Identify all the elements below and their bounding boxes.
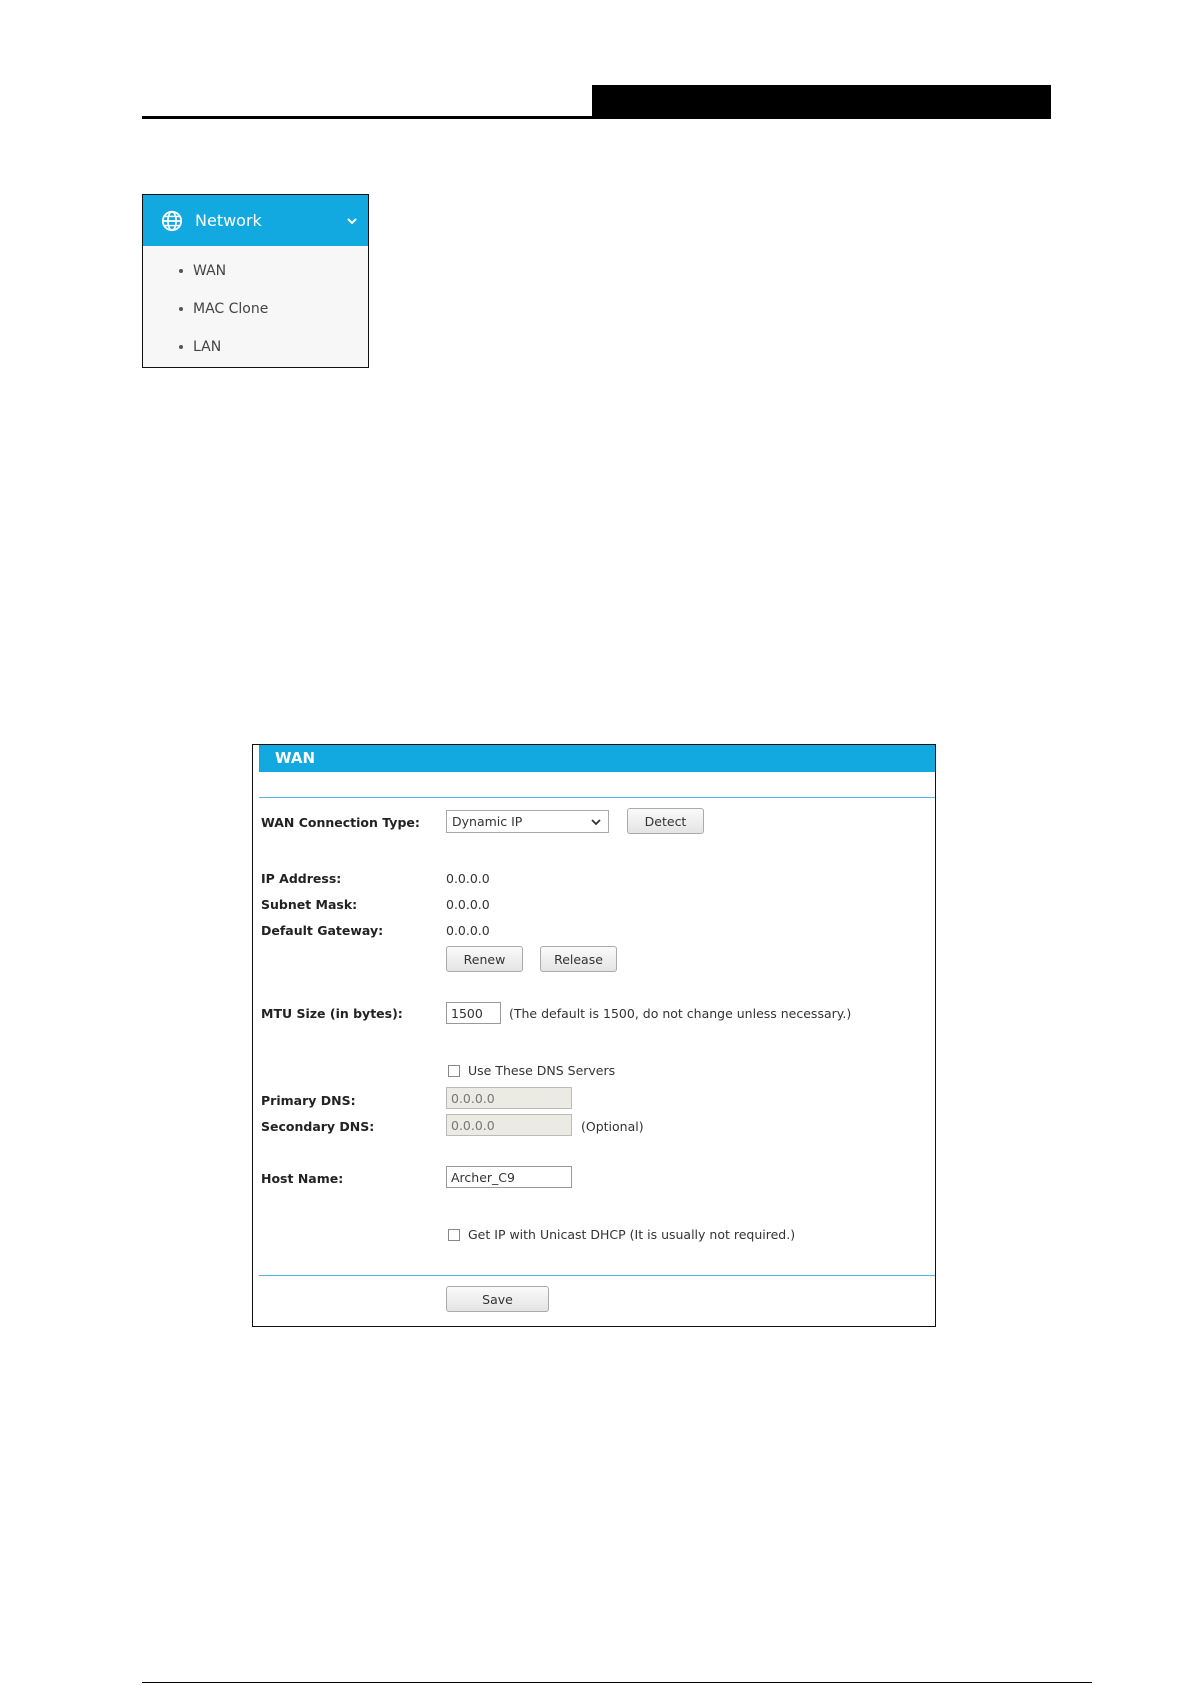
chevron-down-icon xyxy=(591,819,601,826)
header-rule xyxy=(142,116,1051,119)
bullet-icon xyxy=(179,307,183,311)
network-menu-title: Network xyxy=(195,211,262,230)
menu-item-label: WAN xyxy=(193,263,227,279)
detect-button[interactable]: Detect xyxy=(627,808,704,834)
bullet-icon xyxy=(179,269,183,273)
divider xyxy=(259,1275,935,1276)
wan-connection-type-label: WAN Connection Type: xyxy=(261,815,420,830)
mtu-size-input[interactable]: 1500 xyxy=(446,1002,501,1024)
secondary-dns-input[interactable]: 0.0.0.0 xyxy=(446,1114,572,1136)
subnet-mask-label: Subnet Mask: xyxy=(261,897,358,912)
wan-connection-type-value: Dynamic IP xyxy=(452,814,523,829)
menu-item-lan[interactable]: LAN xyxy=(143,328,368,366)
menu-item-mac-clone[interactable]: MAC Clone xyxy=(143,290,368,328)
menu-item-label: LAN xyxy=(193,339,222,355)
header-bar xyxy=(592,85,1051,119)
menu-item-label: MAC Clone xyxy=(193,301,269,317)
secondary-dns-note: (Optional) xyxy=(581,1119,644,1134)
divider xyxy=(259,797,935,798)
mtu-note: (The default is 1500, do not change unle… xyxy=(509,1006,852,1021)
primary-dns-label: Primary DNS: xyxy=(261,1093,356,1108)
use-dns-checkbox[interactable] xyxy=(448,1065,460,1077)
bullet-icon xyxy=(179,345,183,349)
network-menu-header[interactable]: Network xyxy=(143,195,368,246)
host-name-input[interactable]: Archer_C9 xyxy=(446,1166,572,1188)
default-gateway-label: Default Gateway: xyxy=(261,923,384,938)
wan-connection-type-select[interactable]: Dynamic IP xyxy=(446,810,609,833)
subnet-mask-value: 0.0.0.0 xyxy=(446,897,490,912)
secondary-dns-label: Secondary DNS: xyxy=(261,1119,375,1134)
host-name-label: Host Name: xyxy=(261,1171,344,1186)
unicast-dhcp-label: Get IP with Unicast DHCP (It is usually … xyxy=(468,1227,796,1242)
ip-address-label: IP Address: xyxy=(261,871,342,886)
use-dns-label: Use These DNS Servers xyxy=(468,1063,616,1078)
network-menu: Network WAN MAC Clone LAN xyxy=(142,194,369,368)
panel-title: WAN xyxy=(259,745,935,772)
unicast-dhcp-checkbox[interactable] xyxy=(448,1229,460,1241)
renew-button[interactable]: Renew xyxy=(446,946,523,972)
menu-item-wan[interactable]: WAN xyxy=(143,252,368,290)
chevron-down-icon xyxy=(347,217,357,224)
primary-dns-input[interactable]: 0.0.0.0 xyxy=(446,1087,572,1109)
save-button[interactable]: Save xyxy=(446,1286,549,1312)
globe-icon xyxy=(161,210,183,231)
wan-panel: WAN WAN Connection Type: Dynamic IP Dete… xyxy=(252,744,936,1327)
footer-rule xyxy=(142,1682,1092,1683)
mtu-size-label: MTU Size (in bytes): xyxy=(261,1006,403,1021)
release-button[interactable]: Release xyxy=(540,946,617,972)
ip-address-value: 0.0.0.0 xyxy=(446,871,490,886)
default-gateway-value: 0.0.0.0 xyxy=(446,923,490,938)
